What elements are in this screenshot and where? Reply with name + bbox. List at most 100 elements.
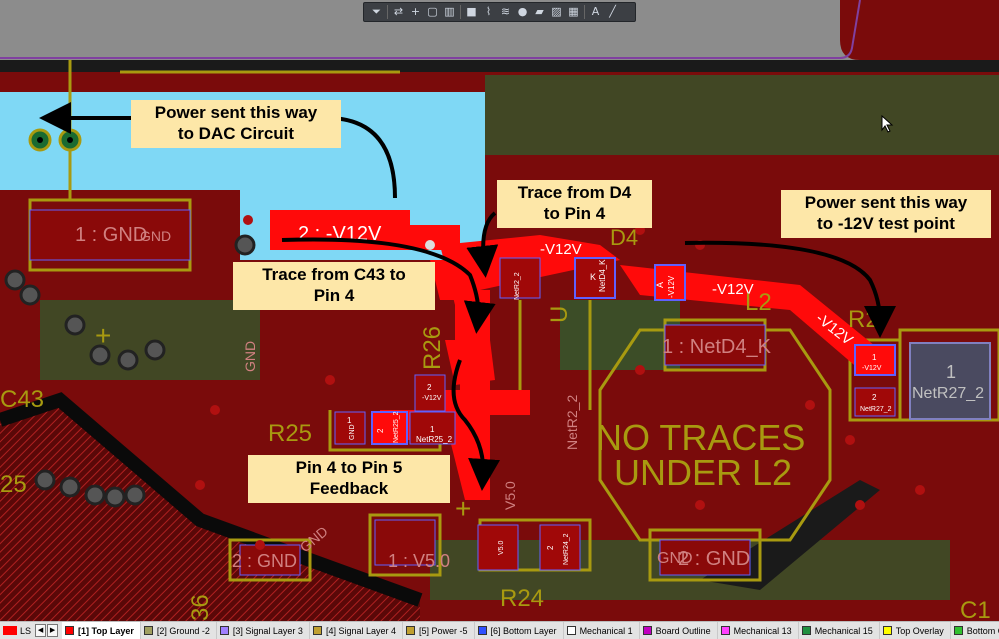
tab-prev-icon[interactable]: ◀ <box>35 624 47 637</box>
layer-tab[interactable]: Board Outline <box>640 622 718 639</box>
board-corner <box>840 0 999 60</box>
pcb-label-net-r2a: NetR2_2 <box>514 272 521 300</box>
layer-tab[interactable]: [1] Top Layer <box>62 622 141 639</box>
layer-color-swatch <box>405 626 415 635</box>
active-bar-toolbar: ⏷ ⇄ + ▢ ▥ ■ ⌇ ≋ ● ▰ ▨ ▦ A ╱ <box>363 2 636 22</box>
text-icon[interactable]: A <box>587 4 604 20</box>
layer-tabs-bar: LS ◀ ▶ [1] Top Layer [2] Ground -2 [3] Sig… <box>0 621 999 639</box>
toolbar-separator <box>584 5 585 19</box>
layer-color-swatch <box>720 626 730 635</box>
pcb-label-netd4k: NetD4_K <box>598 259 607 292</box>
toolbar-separator <box>460 5 461 19</box>
pcb-label-gnd-bottom: 2 : GND <box>232 551 297 571</box>
pcb-label-r27-pad: 1 <box>946 362 956 382</box>
pcb-label-r26-net: -V12V <box>422 395 442 402</box>
layer-tab-label: Board Outline <box>655 625 711 636</box>
pcb-label-netr2: NetR2_2 <box>564 395 580 450</box>
layer-color-swatch <box>882 626 892 635</box>
layer-color-swatch <box>801 626 811 635</box>
crosshair-icon[interactable]: + <box>407 4 424 20</box>
pcb-label-gnd-vert: GND <box>242 341 258 372</box>
layer-tab-label: Bottom Overlay <box>966 625 999 636</box>
pcb-label-c1: C1 <box>960 597 991 621</box>
route-icon[interactable]: ⇄ <box>390 4 407 20</box>
layer-color-swatch <box>219 626 229 635</box>
pcb-label-no-traces-2: UNDER L2 <box>614 452 792 493</box>
layer-color-swatch <box>143 626 153 635</box>
layer-color-swatch <box>65 626 75 635</box>
pcb-label-gnd-l2-pad: 2 : GND <box>678 548 750 570</box>
layer-color-swatch <box>953 626 963 635</box>
tab-next-icon[interactable]: ▶ <box>47 624 59 637</box>
pcb-label-netr27: NetR27_2 <box>912 385 984 402</box>
pcb-label-r26-pad2: 2 <box>427 383 432 392</box>
filter-icon[interactable]: ⏷ <box>368 4 385 20</box>
callout-dac: Power sent this way to DAC Circuit <box>131 100 341 148</box>
layer-tab-label: Top Overlay <box>895 625 944 636</box>
layer-tab[interactable]: [3] Signal Layer 3 <box>217 622 310 639</box>
differential-pair-icon[interactable]: ≋ <box>497 4 514 20</box>
toolbar-separator <box>387 5 388 19</box>
pcb-label-r26: R26 <box>419 326 446 370</box>
green-pour-top <box>485 75 999 155</box>
pcb-canvas[interactable]: 1 : GND GND 2 : -V12V -V12V -V12V -V12V … <box>0 0 999 621</box>
layer-color-swatch <box>642 626 652 635</box>
layer-color-swatch <box>566 626 576 635</box>
layer-tab[interactable]: [5] Power -5 <box>403 622 475 639</box>
rectangle-select-icon[interactable]: ▢ <box>424 4 441 20</box>
layer-tab[interactable]: Bottom Overlay <box>951 622 999 639</box>
layer-color-swatch <box>312 626 322 635</box>
pcb-label-r27-small4: NetR27_2 <box>860 406 892 413</box>
layer-tab-label: Mechanical 13 <box>733 625 792 636</box>
callout-d4: Trace from D4 to Pin 4 <box>497 180 652 228</box>
callout-c43: Trace from C43 to Pin 4 <box>233 262 435 310</box>
pcb-label-r24: R24 <box>500 585 544 612</box>
pcb-label-gnd-small: GND <box>140 228 171 244</box>
layer-tab[interactable]: [4] Signal Layer 4 <box>310 622 403 639</box>
pcb-label-r25-net2: NetR25_2 <box>393 411 400 443</box>
layer-tab-label: [2] Ground -2 <box>156 625 210 636</box>
pcb-label-r25-pad1b: 1 <box>430 425 435 434</box>
pcb-label-gnd: 1 : GND <box>75 224 147 246</box>
keepout-icon[interactable]: ▨ <box>548 4 565 20</box>
pcb-label-plus1: + <box>95 320 111 351</box>
pcb-label-plus2: + <box>455 493 471 524</box>
pcb-label-r27-small2: -V12V <box>862 365 882 372</box>
layer-tab[interactable]: Top Overlay <box>880 622 951 639</box>
layer-tab[interactable]: Mechanical 1 <box>564 622 640 639</box>
layer-set-selector[interactable]: LS ◀ ▶ <box>0 624 62 637</box>
layer-tab-label: [6] Bottom Layer <box>490 625 557 636</box>
pcb-label-v12-trace1: -V12V <box>540 241 582 258</box>
pcb-label-r25-netb: NetR25_2 <box>416 435 453 444</box>
layer-tab[interactable]: Mechanical 13 <box>718 622 799 639</box>
route-net-icon[interactable]: ⌇ <box>480 4 497 20</box>
layer-tab-label: Mechanical 1 <box>579 625 633 636</box>
pcb-label-36: 36 <box>187 594 214 621</box>
dimension-icon[interactable]: ▦ <box>565 4 582 20</box>
layer-tab[interactable]: [2] Ground -2 <box>141 622 217 639</box>
pcb-label-r25-gnd: GND <box>349 424 356 440</box>
pcb-label-v50-pad: 1 : V5.0 <box>388 551 450 571</box>
component-icon[interactable]: ■ <box>463 4 480 20</box>
r26-pad-2 <box>414 374 446 412</box>
pcb-label-gnd-diag: GND <box>297 523 331 555</box>
pcb-label-a-pad: A <box>655 282 665 288</box>
pcb-label-c43: C43 <box>0 386 44 413</box>
pcb-label-pad2: 2 <box>546 545 555 550</box>
layer-tab-label: [3] Signal Layer 3 <box>232 625 303 636</box>
pcb-label-l2: L2 <box>745 289 772 316</box>
green-pour-left <box>40 300 260 380</box>
layer-tab-label: [1] Top Layer <box>78 625 134 636</box>
pcb-label-r27-small3: 2 <box>872 393 877 402</box>
pcb-label-r27: R27 <box>848 306 892 333</box>
line-icon[interactable]: ╱ <box>604 4 621 20</box>
layer-tab[interactable]: [6] Bottom Layer <box>475 622 564 639</box>
pcb-label-v50-small: V5.0 <box>498 540 505 555</box>
current-layer-swatch <box>3 626 17 635</box>
layer-tab[interactable]: Mechanical 15 <box>799 622 880 639</box>
pcb-label-r25-pad1: 1 <box>347 416 352 425</box>
align-icon[interactable]: ▥ <box>441 4 458 20</box>
callout-feedback: Pin 4 to Pin 5 Feedback <box>248 455 450 503</box>
polygon-icon[interactable]: ▰ <box>531 4 548 20</box>
via-icon[interactable]: ● <box>514 4 531 20</box>
